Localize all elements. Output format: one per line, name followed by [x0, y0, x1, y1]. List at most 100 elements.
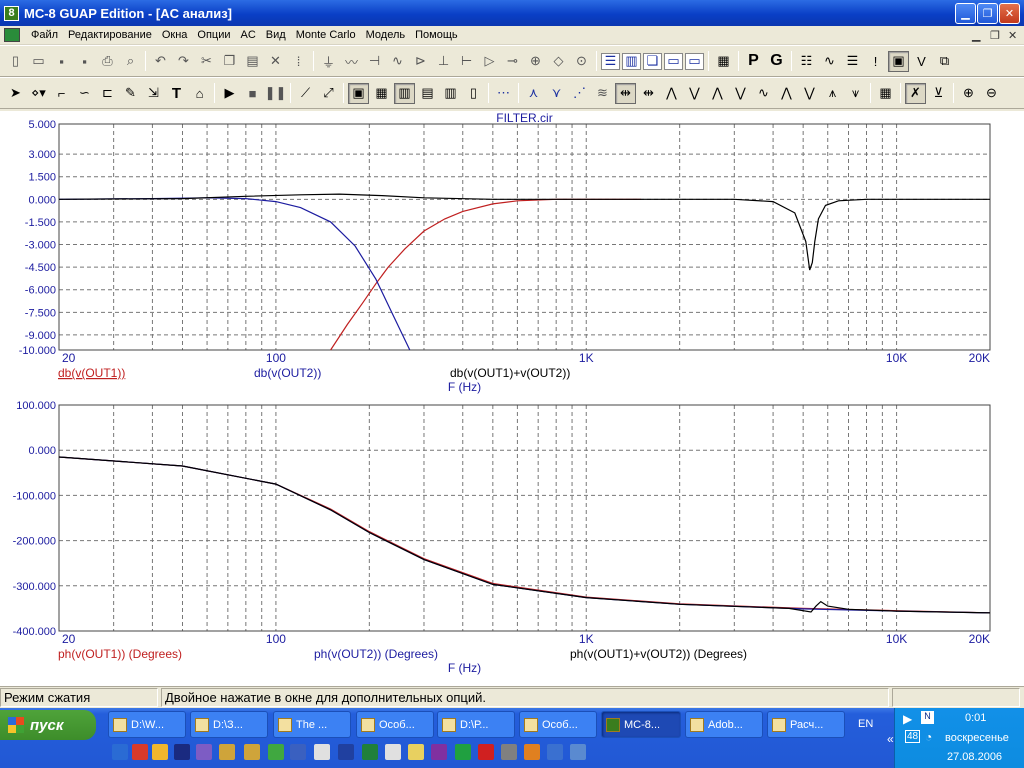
- media-play-icon[interactable]: ▶: [903, 712, 912, 726]
- pencil-icon[interactable]: [408, 744, 424, 760]
- next-peak-icon[interactable]: ⋀: [661, 83, 682, 104]
- tray-counter[interactable]: 48: [905, 730, 921, 743]
- bolt-icon[interactable]: [152, 744, 168, 760]
- battery-icon[interactable]: ⊥: [433, 51, 454, 72]
- display-icon[interactable]: ▣: [888, 50, 909, 72]
- monitor-icon[interactable]: [174, 744, 190, 760]
- high-icon[interactable]: ⋀: [707, 83, 728, 104]
- network-icon[interactable]: [570, 744, 586, 760]
- delete-icon[interactable]: ✕: [265, 51, 286, 72]
- cursor-icon[interactable]: ≋: [592, 83, 613, 104]
- g-button[interactable]: G: [766, 51, 787, 72]
- peak-icon[interactable]: ⋏: [523, 83, 544, 104]
- capacitor-icon[interactable]: ⊣: [364, 51, 385, 72]
- select-arrow-icon[interactable]: ➤: [5, 83, 26, 104]
- new-icon[interactable]: ▯: [5, 51, 26, 72]
- clock-time[interactable]: 0:01: [965, 712, 986, 724]
- menu-help[interactable]: Помощь: [410, 29, 463, 41]
- taskbar-task[interactable]: Особ...: [356, 711, 434, 738]
- line-icon[interactable]: ⟋: [295, 83, 316, 104]
- grid-split-icon[interactable]: ▥: [440, 83, 461, 104]
- grid-plain-icon[interactable]: ▯: [463, 83, 484, 104]
- replace-icon[interactable]: ⁞: [288, 51, 309, 72]
- delta-icon[interactable]: [268, 744, 284, 760]
- valley-icon[interactable]: ⋎: [546, 83, 567, 104]
- window-icon[interactable]: ▭: [664, 52, 683, 70]
- opera-icon[interactable]: [132, 744, 148, 760]
- probe-icon[interactable]: !: [865, 51, 886, 72]
- ground-icon[interactable]: ⏚: [318, 51, 339, 72]
- copy-icon[interactable]: ❐: [219, 51, 240, 72]
- doc-icon[interactable]: [501, 744, 517, 760]
- bus-icon[interactable]: ⊏: [97, 83, 118, 104]
- taskbar-task-active[interactable]: MC-8...: [601, 711, 681, 738]
- language-indicator[interactable]: EN: [858, 718, 873, 730]
- taskbar-task[interactable]: Расч...: [767, 711, 845, 738]
- diode-icon[interactable]: ⊳: [410, 51, 431, 72]
- p-button[interactable]: P: [743, 51, 764, 72]
- run-icon[interactable]: ▶: [219, 83, 240, 104]
- left-cursor-icon[interactable]: ⇹: [615, 82, 636, 104]
- taskbar-task[interactable]: D:\W...: [108, 711, 186, 738]
- stop-icon[interactable]: ■: [242, 83, 263, 104]
- grid-columns-icon[interactable]: ▥: [394, 82, 415, 104]
- paste-icon[interactable]: ▤: [242, 51, 263, 72]
- save-all-icon[interactable]: ▪: [74, 51, 95, 72]
- start-button[interactable]: пуск: [0, 710, 96, 740]
- top-icon[interactable]: ⩚: [822, 83, 843, 104]
- excel-icon[interactable]: [362, 744, 378, 760]
- menu-file[interactable]: Файл: [26, 29, 63, 41]
- grid-icon[interactable]: ☷: [796, 51, 817, 72]
- menu-model[interactable]: Модель: [361, 29, 410, 41]
- bottom-icon[interactable]: ⩛: [845, 83, 866, 104]
- menu-ac[interactable]: AC: [236, 29, 261, 41]
- window-split-icon[interactable]: ▭: [685, 52, 704, 70]
- notes-icon[interactable]: [385, 744, 401, 760]
- bars-icon[interactable]: ☰: [842, 51, 863, 72]
- tag-mode-icon[interactable]: ✗: [905, 82, 926, 104]
- tile-horizontal-icon[interactable]: ☰: [601, 52, 620, 70]
- menu-windows[interactable]: Окна: [157, 29, 193, 41]
- tag-vertical-icon[interactable]: ⊻: [928, 83, 949, 104]
- pause-icon[interactable]: ❚❚: [265, 83, 287, 104]
- taskbar-task[interactable]: Особ...: [519, 711, 597, 738]
- menu-options[interactable]: Опции: [192, 29, 235, 41]
- close-button[interactable]: ✕: [999, 3, 1020, 24]
- word-icon[interactable]: [338, 744, 354, 760]
- source-icon[interactable]: ⊕: [525, 51, 546, 72]
- zoom-in-icon[interactable]: ⊕: [958, 83, 979, 104]
- undo-icon[interactable]: ↶: [150, 51, 171, 72]
- zoom-out-icon[interactable]: ⊖: [981, 83, 1002, 104]
- pin-icon[interactable]: ⊙: [571, 51, 592, 72]
- print-preview-icon[interactable]: ⌕: [120, 51, 141, 72]
- low-icon[interactable]: ⋁: [730, 83, 751, 104]
- print-icon[interactable]: ⎙: [97, 51, 118, 72]
- calculator-icon[interactable]: ▦: [713, 51, 734, 72]
- inductor-icon[interactable]: ∿: [387, 51, 408, 72]
- cascade-icon[interactable]: ❏: [643, 52, 662, 70]
- taskbar-task[interactable]: D:\Р...: [437, 711, 515, 738]
- menu-view[interactable]: Вид: [261, 29, 291, 41]
- next-valley-icon[interactable]: ⋁: [684, 83, 705, 104]
- disk-icon[interactable]: [431, 744, 447, 760]
- mdi-minimize-icon[interactable]: ▁: [972, 29, 980, 42]
- redo-icon[interactable]: ↷: [173, 51, 194, 72]
- grid-fine-icon[interactable]: ▦: [371, 83, 392, 104]
- cut-icon[interactable]: ✂: [196, 51, 217, 72]
- table-icon[interactable]: ▦: [875, 83, 896, 104]
- transistor-icon[interactable]: ⊢: [456, 51, 477, 72]
- sw-icon[interactable]: [478, 744, 494, 760]
- pen-icon[interactable]: ✎: [120, 83, 141, 104]
- volume-icon[interactable]: ◔: [925, 730, 932, 744]
- line-arrow-icon[interactable]: ⤢: [318, 83, 339, 104]
- properties-icon[interactable]: ⌂: [189, 83, 210, 104]
- bezier-icon[interactable]: ∽: [74, 83, 95, 104]
- wave-icon[interactable]: ∿: [819, 51, 840, 72]
- minimize-button[interactable]: ▁: [955, 3, 976, 24]
- ruler-icon[interactable]: [196, 744, 212, 760]
- export-icon[interactable]: ⧉: [934, 51, 955, 72]
- inflection-icon[interactable]: ∿: [753, 83, 774, 104]
- triangle-icon[interactable]: [219, 744, 235, 760]
- mdi-close-icon[interactable]: ✕: [1008, 29, 1017, 42]
- taskbar-task[interactable]: D:\З...: [190, 711, 268, 738]
